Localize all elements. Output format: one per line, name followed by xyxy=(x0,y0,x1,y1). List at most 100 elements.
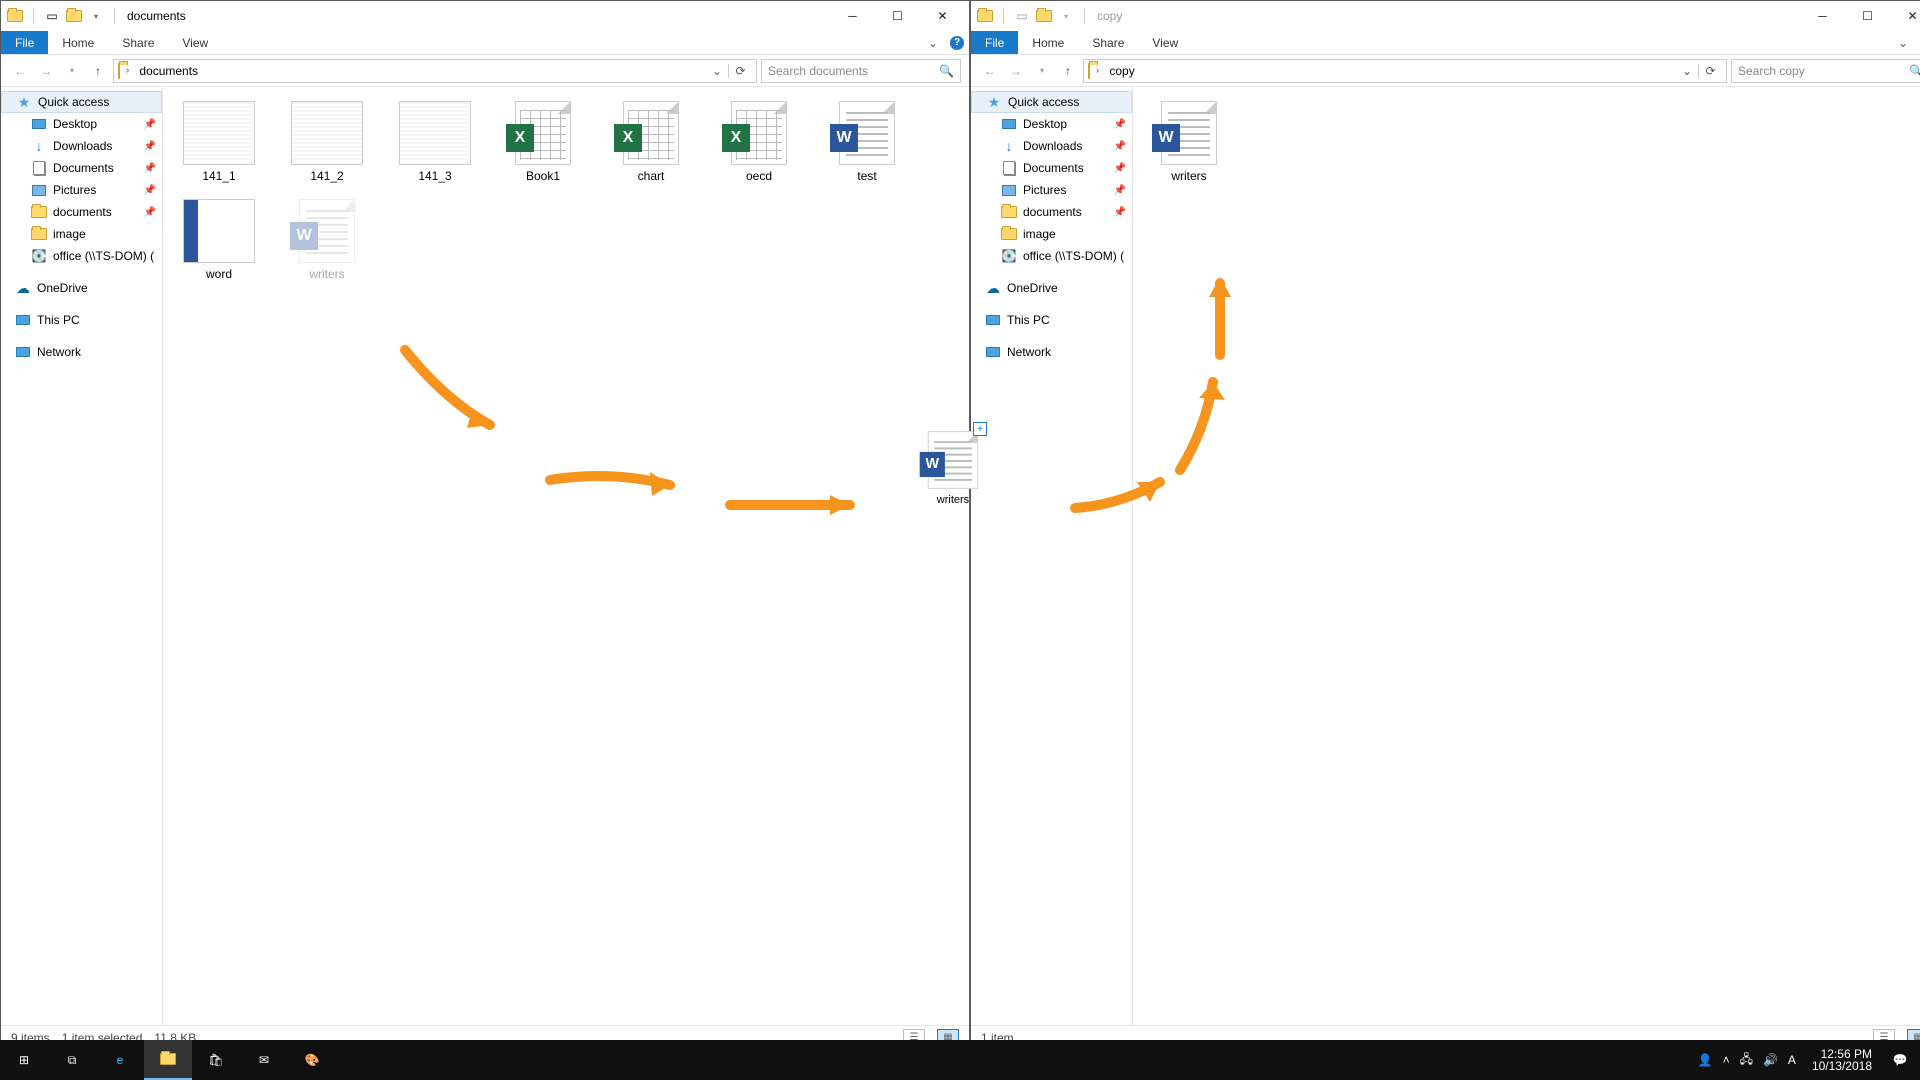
people-icon[interactable]: 👤 xyxy=(1698,1053,1713,1067)
file-item-image[interactable]: 141_1 xyxy=(171,97,267,187)
minimize-button[interactable]: ─ xyxy=(1800,1,1845,31)
titlebar[interactable]: ▭ ▾ documents ─ ☐ ✕ xyxy=(1,1,969,31)
tab-file[interactable]: File xyxy=(971,31,1018,54)
maximize-button[interactable]: ☐ xyxy=(1845,1,1890,31)
sidebar-item-documents[interactable]: Documents📌 xyxy=(971,157,1132,179)
sidebar-item-folder-image[interactable]: image xyxy=(971,223,1132,245)
file-item-excel[interactable]: Xoecd xyxy=(711,97,807,187)
sidebar-item-office[interactable]: 💽office (\\TS-DOM) ( xyxy=(1,245,162,267)
nav-forward-button[interactable]: → xyxy=(1005,60,1027,82)
taskbar-paint-icon[interactable]: 🎨 xyxy=(288,1040,336,1080)
sidebar-item-folder-documents[interactable]: documents📌 xyxy=(1,201,162,223)
help-icon[interactable]: ? xyxy=(1915,31,1920,54)
nav-up-button[interactable]: ↑ xyxy=(87,60,109,82)
address-dropdown-icon[interactable]: ⌄ xyxy=(1682,64,1696,78)
address-bar[interactable]: › documents ⌄ ⟳ xyxy=(113,59,757,83)
tab-share[interactable]: Share xyxy=(1078,31,1138,54)
file-item-image[interactable]: 141_3 xyxy=(387,97,483,187)
address-bar[interactable]: › copy ⌄ ⟳ xyxy=(1083,59,1727,83)
ime-icon[interactable]: A xyxy=(1788,1053,1796,1067)
address-dropdown-icon[interactable]: ⌄ xyxy=(712,64,726,78)
nav-forward-button[interactable]: → xyxy=(35,60,57,82)
sidebar-item-documents[interactable]: Documents📌 xyxy=(1,157,162,179)
help-icon[interactable]: ? xyxy=(945,31,969,54)
breadcrumb-segment[interactable]: copy xyxy=(1105,64,1138,78)
sidebar-label: documents xyxy=(53,205,112,219)
refresh-icon[interactable]: ⟳ xyxy=(728,64,752,78)
sidebar-item-this-pc[interactable]: This PC xyxy=(971,309,1132,331)
maximize-button[interactable]: ☐ xyxy=(875,1,920,31)
file-list[interactable]: Wwriters xyxy=(1133,87,1920,1025)
system-tray[interactable]: 👤 ˄ 🖧 🔊 A xyxy=(1690,1050,1804,1071)
nav-history-icon[interactable]: ▾ xyxy=(1031,60,1053,82)
tab-file[interactable]: File xyxy=(1,31,48,54)
titlebar[interactable]: ▭ ▾ copy ─ ☐ ✕ xyxy=(971,1,1920,31)
properties-icon[interactable]: ▭ xyxy=(1014,8,1030,24)
sidebar-item-onedrive[interactable]: ☁OneDrive xyxy=(1,277,162,299)
file-list[interactable]: 141_1 141_2 141_3 XBook1 Xchart Xoecd Wt… xyxy=(163,87,969,1025)
sidebar-item-network[interactable]: Network xyxy=(971,341,1132,363)
tray-chevron-icon[interactable]: ˄ xyxy=(1723,1053,1730,1067)
network-tray-icon[interactable]: 🖧 xyxy=(1740,1050,1753,1071)
taskbar-edge-icon[interactable]: e xyxy=(96,1040,144,1080)
tab-home[interactable]: Home xyxy=(1018,31,1078,54)
file-item-word-ghost[interactable]: Wwriters xyxy=(279,195,375,285)
sidebar-item-quick-access[interactable]: ★Quick access xyxy=(1,91,162,113)
sidebar-item-onedrive[interactable]: ☁OneDrive xyxy=(971,277,1132,299)
qat-dropdown-icon[interactable]: ▾ xyxy=(88,8,104,24)
sidebar-item-quick-access[interactable]: ★Quick access xyxy=(971,91,1132,113)
tab-home[interactable]: Home xyxy=(48,31,108,54)
ribbon-expand-icon[interactable]: ⌄ xyxy=(1891,31,1915,54)
sidebar-label: Documents xyxy=(1023,161,1084,175)
close-button[interactable]: ✕ xyxy=(1890,1,1920,31)
volume-icon[interactable]: 🔊 xyxy=(1763,1053,1778,1067)
sidebar-item-pictures[interactable]: Pictures📌 xyxy=(1,179,162,201)
sidebar-item-office[interactable]: 💽office (\\TS-DOM) ( xyxy=(971,245,1132,267)
sidebar-item-downloads[interactable]: ↓Downloads📌 xyxy=(971,135,1132,157)
sidebar-item-network[interactable]: Network xyxy=(1,341,162,363)
file-item-word[interactable]: Wtest xyxy=(819,97,915,187)
file-item-image[interactable]: 141_2 xyxy=(279,97,375,187)
sidebar-item-desktop[interactable]: Desktop📌 xyxy=(1,113,162,135)
nav-up-button[interactable]: ↑ xyxy=(1057,60,1079,82)
taskbar-mail-icon[interactable]: ✉ xyxy=(240,1040,288,1080)
sidebar-item-downloads[interactable]: ↓Downloads📌 xyxy=(1,135,162,157)
close-button[interactable]: ✕ xyxy=(920,1,965,31)
sidebar-item-this-pc[interactable]: This PC xyxy=(1,309,162,331)
sidebar-item-folder-documents[interactable]: documents📌 xyxy=(971,201,1132,223)
refresh-icon[interactable]: ⟳ xyxy=(1698,64,1722,78)
taskbar-clock[interactable]: 12:56 PM 10/13/2018 xyxy=(1804,1048,1880,1072)
breadcrumb-segment[interactable]: documents xyxy=(135,64,202,78)
sidebar-item-pictures[interactable]: Pictures📌 xyxy=(971,179,1132,201)
start-button[interactable]: ⊞ xyxy=(0,1040,48,1080)
taskbar-explorer-icon[interactable] xyxy=(144,1040,192,1080)
desktop-icon xyxy=(1001,116,1017,132)
file-item-excel[interactable]: XBook1 xyxy=(495,97,591,187)
nav-back-button[interactable]: ← xyxy=(9,60,31,82)
chevron-right-icon[interactable]: › xyxy=(122,65,133,76)
new-folder-icon[interactable] xyxy=(1036,8,1052,24)
sidebar-item-desktop[interactable]: Desktop📌 xyxy=(971,113,1132,135)
taskbar-store-icon[interactable]: 🛍 xyxy=(192,1040,240,1080)
tab-view[interactable]: View xyxy=(1138,31,1192,54)
chevron-right-icon[interactable]: › xyxy=(1092,65,1103,76)
tab-share[interactable]: Share xyxy=(108,31,168,54)
file-item-image[interactable]: word xyxy=(171,195,267,285)
pin-icon: 📌 xyxy=(144,119,156,130)
new-folder-icon[interactable] xyxy=(66,8,82,24)
search-input[interactable]: Search copy 🔍 xyxy=(1731,59,1920,83)
file-item-excel[interactable]: Xchart xyxy=(603,97,699,187)
minimize-button[interactable]: ─ xyxy=(830,1,875,31)
task-view-button[interactable]: ⧉ xyxy=(48,1040,96,1080)
file-item-word[interactable]: Wwriters xyxy=(1141,97,1237,187)
sidebar-item-folder-image[interactable]: image xyxy=(1,223,162,245)
sidebar-label: Network xyxy=(37,345,81,359)
qat-dropdown-icon[interactable]: ▾ xyxy=(1058,8,1074,24)
nav-history-icon[interactable]: ▾ xyxy=(61,60,83,82)
ribbon-expand-icon[interactable]: ⌄ xyxy=(921,31,945,54)
tab-view[interactable]: View xyxy=(168,31,222,54)
nav-back-button[interactable]: ← xyxy=(979,60,1001,82)
action-center-icon[interactable]: 💬 xyxy=(1880,1040,1920,1080)
properties-icon[interactable]: ▭ xyxy=(44,8,60,24)
search-input[interactable]: Search documents 🔍 xyxy=(761,59,961,83)
